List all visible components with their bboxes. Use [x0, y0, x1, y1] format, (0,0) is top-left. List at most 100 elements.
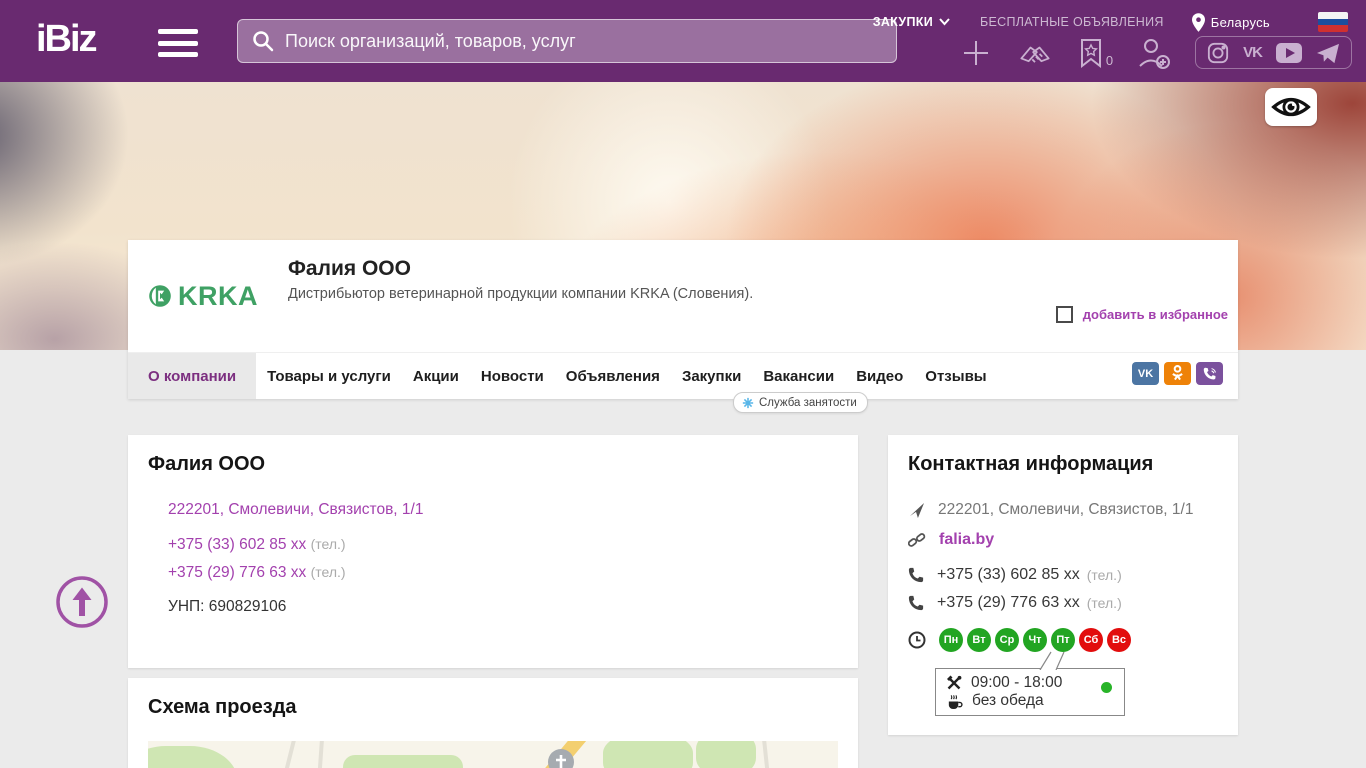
- odnoklassniki-button[interactable]: [1164, 362, 1191, 385]
- contact-phone-row-1: +375 (33) 602 85 xx (тел.): [908, 566, 1122, 584]
- arrow-up-icon: [56, 576, 108, 628]
- handshake-icon[interactable]: [1015, 38, 1055, 68]
- tab-ads[interactable]: Объявления: [555, 353, 671, 399]
- favorite-checkbox[interactable]: [1055, 306, 1073, 323]
- chevron-down-icon: [939, 18, 950, 26]
- navigation-arrow-icon: [909, 502, 925, 518]
- directions-title: Схема проезда: [148, 696, 297, 718]
- region-selector[interactable]: Беларусь: [1191, 12, 1270, 32]
- day-badge-tue[interactable]: Вт: [967, 628, 991, 652]
- company-social-buttons: VK: [1132, 362, 1223, 385]
- day-badge-wed[interactable]: Ср: [995, 628, 1019, 652]
- map-green-area: [603, 741, 693, 768]
- page-root: iBiz ЗАКУПКИ БЕСПЛАТНЫЕ ОБЪЯВЛЕНИЯ Белар…: [0, 0, 1366, 768]
- contact-title: Контактная информация: [908, 453, 1154, 475]
- contact-address-row: 222201, Смолевичи, Связистов, 1/1: [908, 501, 1193, 519]
- accessibility-eye-button[interactable]: [1265, 88, 1317, 126]
- website-link[interactable]: falia.by: [939, 531, 994, 549]
- tools-icon: [947, 675, 962, 690]
- contact-website-row: falia.by: [908, 531, 994, 549]
- contact-phone-2[interactable]: +375 (29) 776 63 xx: [937, 594, 1080, 612]
- lunch-info: без обеда: [972, 692, 1044, 709]
- company-tabs: О компании Товары и услуги Акции Новости…: [128, 352, 1238, 399]
- map-green-area: [148, 746, 238, 768]
- day-badge-sun[interactable]: Вс: [1107, 628, 1131, 652]
- map-canvas[interactable]: Пробки: [148, 741, 838, 768]
- header-social-links: VK: [1195, 36, 1352, 69]
- instagram-icon[interactable]: [1207, 42, 1229, 64]
- add-to-favorites[interactable]: добавить в избранное: [1055, 306, 1228, 323]
- region-label: Беларусь: [1210, 14, 1270, 30]
- company-logo: KRKA: [148, 264, 258, 328]
- viber-button[interactable]: [1196, 362, 1223, 385]
- search-icon: [253, 30, 274, 51]
- vk-share-button[interactable]: VK: [1132, 362, 1159, 385]
- map-green-area: [696, 741, 756, 768]
- favorite-label: добавить в избранное: [1082, 307, 1228, 322]
- day-badge-mon[interactable]: Пн: [939, 628, 963, 652]
- about-company-card: Фалия ООО 222201, Смолевичи, Связистов, …: [128, 435, 858, 668]
- favorites-count: 0: [1105, 52, 1114, 68]
- tab-news[interactable]: Новости: [470, 353, 555, 399]
- tab-products[interactable]: Товары и услуги: [256, 353, 402, 399]
- lunch-row: без обеда: [946, 692, 1114, 710]
- search-bar: [237, 19, 897, 63]
- tab-promos[interactable]: Акции: [402, 353, 470, 399]
- favorites-bookmark-icon[interactable]: 0: [1079, 38, 1113, 68]
- working-days: Пн Вт Ср Чт Пт Сб Вс: [939, 628, 1131, 652]
- contact-phone-1[interactable]: +375 (33) 602 85 xx: [937, 566, 1080, 584]
- hamburger-menu-icon[interactable]: [158, 29, 198, 57]
- day-badge-sat[interactable]: Сб: [1079, 628, 1103, 652]
- location-pin-icon: [1191, 12, 1205, 32]
- coffee-cup-icon: [948, 694, 963, 709]
- company-name: Фалия ООО: [288, 257, 411, 280]
- phone-icon: [908, 595, 924, 611]
- directions-card: Схема проезда Пробки: [128, 678, 858, 768]
- working-days-row: Пн Вт Ср Чт Пт Сб Вс: [908, 628, 1131, 652]
- contact-address: 222201, Смолевичи, Связистов, 1/1: [938, 501, 1194, 518]
- map-road: [760, 741, 780, 768]
- clock-icon: [908, 631, 926, 649]
- working-hours-tooltip: 09:00 - 18:00 без обеда: [935, 668, 1125, 716]
- telegram-icon[interactable]: [1316, 42, 1340, 64]
- phone-icon: [908, 567, 924, 583]
- map-church-marker-icon: [548, 749, 574, 768]
- hours-row: 09:00 - 18:00: [946, 674, 1114, 692]
- company-unp: УНП: 690829106: [168, 598, 287, 615]
- purchases-menu[interactable]: ЗАКУПКИ: [873, 15, 950, 29]
- tab-reviews[interactable]: Отзывы: [914, 353, 997, 399]
- company-address-link[interactable]: 222201, Смолевичи, Связистов, 1/1: [168, 501, 423, 519]
- tooltip-pointer: [1039, 651, 1065, 670]
- krka-logo-text: KRKA: [178, 280, 258, 311]
- search-input[interactable]: [285, 30, 896, 52]
- contact-phone-row-2: +375 (29) 776 63 xx (тел.): [908, 594, 1122, 612]
- working-hours: 09:00 - 18:00: [971, 674, 1063, 691]
- scroll-to-top-button[interactable]: [55, 575, 109, 629]
- company-description: Дистрибьютор ветеринарной продукции комп…: [288, 286, 754, 302]
- company-header-card: KRKA Фалия ООО Дистрибьютор ветеринарной…: [128, 240, 1238, 399]
- employment-service-label: Служба занятости: [759, 396, 857, 409]
- ibiz-logo[interactable]: iBiz: [36, 18, 98, 61]
- header-top-links: ЗАКУПКИ БЕСПЛАТНЫЕ ОБЪЯВЛЕНИЯ Беларусь: [873, 12, 1348, 32]
- link-icon: [908, 533, 926, 547]
- top-header: iBiz ЗАКУПКИ БЕСПЛАТНЫЕ ОБЪЯВЛЕНИЯ Белар…: [0, 0, 1366, 82]
- vk-icon[interactable]: VK: [1243, 44, 1263, 61]
- youtube-icon[interactable]: [1276, 42, 1302, 63]
- day-badge-thu[interactable]: Чт: [1023, 628, 1047, 652]
- map-road: [310, 741, 326, 768]
- map-road: [259, 741, 301, 768]
- krka-logo-mark-icon: [149, 285, 171, 307]
- add-plus-icon[interactable]: [961, 38, 991, 68]
- about-title: Фалия ООО: [148, 453, 266, 475]
- free-ads-link[interactable]: БЕСПЛАТНЫЕ ОБЪЯВЛЕНИЯ: [980, 15, 1164, 29]
- russian-flag-icon[interactable]: [1318, 12, 1348, 32]
- day-badge-fri[interactable]: Пт: [1051, 628, 1075, 652]
- company-phone-1[interactable]: +375 (33) 602 85 xx (тел.): [168, 536, 346, 554]
- open-status-dot: [1101, 682, 1112, 693]
- tab-about[interactable]: О компании: [128, 353, 257, 399]
- company-phone-2[interactable]: +375 (29) 776 63 xx (тел.): [168, 564, 346, 582]
- add-user-icon[interactable]: [1137, 37, 1171, 69]
- contact-info-card: Контактная информация 222201, Смолевичи,…: [888, 435, 1238, 735]
- map-highway: [478, 741, 592, 768]
- header-action-icons: 0 VK: [961, 36, 1352, 69]
